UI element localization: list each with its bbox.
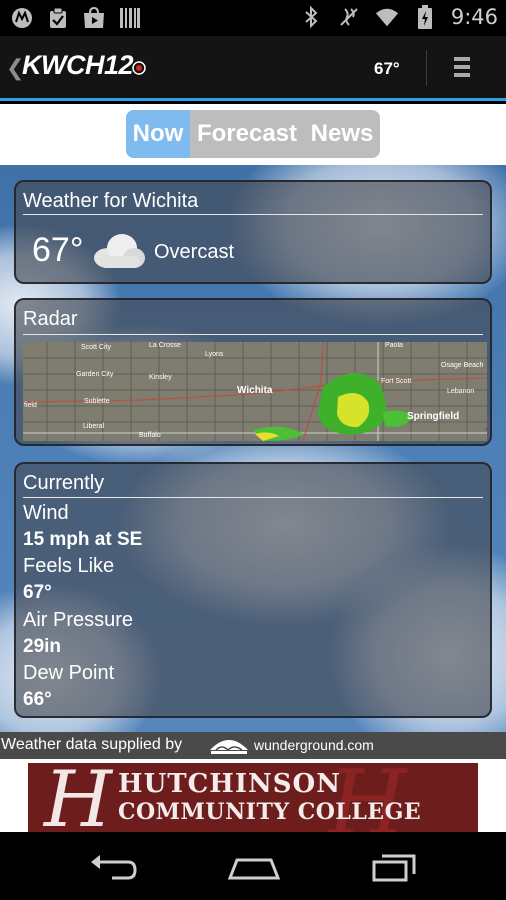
air-pressure-label: Air Pressure <box>23 609 134 631</box>
attribution-bar: Weather data supplied by wunderground.co… <box>0 732 506 759</box>
map-label: Osage Beach <box>441 362 484 369</box>
recent-apps-icon[interactable] <box>370 850 420 884</box>
wunderground-umbrella-icon <box>210 740 248 754</box>
play-store-icon <box>82 6 106 30</box>
divider <box>23 497 483 498</box>
app-root: 9:46 ❮ KWCH12 67° Now Forecast News Weat <box>0 0 506 900</box>
abc-logo-icon <box>132 60 146 75</box>
back-icon[interactable] <box>88 850 138 884</box>
map-label: Fort Scott <box>381 378 412 385</box>
radar-map[interactable]: Scott City La Crosse Lyons Garden City K… <box>23 342 487 441</box>
tab-bar: Now Forecast News <box>126 110 380 158</box>
clock: 9:46 <box>450 5 498 29</box>
map-label: Sublette <box>84 398 110 405</box>
divider <box>23 334 483 335</box>
clipboard-check-icon <box>46 6 70 30</box>
notification-icons <box>10 6 142 30</box>
map-label: Paola <box>385 342 403 349</box>
tab-news[interactable]: News <box>304 110 380 158</box>
map-label: Scott City <box>81 344 111 351</box>
feels-like-label: Feels Like <box>23 555 115 577</box>
condition-text: Overcast <box>154 241 235 263</box>
tab-now[interactable]: Now <box>126 110 190 158</box>
weather-card-title: Weather for Wichita <box>23 190 199 212</box>
map-label: Garden City <box>76 371 114 378</box>
ad-line-2: COMMUNITY COLLEGE <box>118 799 422 825</box>
dew-point-value: 66° <box>23 689 52 710</box>
map-label: Lebanon <box>447 388 475 395</box>
header-temperature[interactable]: 67° <box>374 59 400 79</box>
bluetooth-icon <box>299 5 323 29</box>
tab-forecast[interactable]: Forecast <box>190 110 304 158</box>
tab-strip: Now Forecast News <box>0 104 506 165</box>
barcode-icon <box>118 6 142 30</box>
map-label: Lyons <box>205 351 224 358</box>
map-label: Liberal <box>83 423 105 430</box>
ad-monogram: H <box>44 763 113 832</box>
station-logo[interactable]: KWCH12 <box>22 50 146 81</box>
wifi-icon <box>375 5 399 29</box>
map-label: Buffalo <box>139 432 161 439</box>
wunderground-logo[interactable]: wunderground.com <box>208 734 374 756</box>
map-label: Springfield <box>407 411 460 422</box>
ad-banner-area: H H HUTCHINSON COMMUNITY COLLEGE <box>0 759 506 832</box>
map-label: Kinsley <box>149 374 172 381</box>
wind-label: Wind <box>23 502 69 524</box>
overflow-menu-icon[interactable] <box>450 57 474 81</box>
wind-value: 15 mph at SE <box>23 529 143 550</box>
battery-icon <box>413 5 437 29</box>
radar-card-title: Radar <box>23 308 78 330</box>
logo-text: KWCH12 <box>22 50 134 80</box>
feels-like-value: 67° <box>23 582 52 603</box>
header-divider <box>426 50 427 86</box>
wunderground-brand: wunderground.com <box>254 737 374 753</box>
motorola-icon <box>10 6 34 30</box>
divider <box>23 214 483 215</box>
map-label: field <box>24 402 37 409</box>
radar-card[interactable]: Radar Scott City La Crosse Lyons Garden … <box>14 298 492 446</box>
currently-card-title: Currently <box>23 472 105 494</box>
air-pressure-value: 29in <box>23 636 62 657</box>
vibrate-mute-icon <box>337 5 361 29</box>
cloud-icon <box>90 232 146 275</box>
currently-card: Currently Wind 15 mph at SE Feels Like 6… <box>14 462 492 718</box>
status-bar: 9:46 <box>0 0 506 36</box>
app-header: ❮ KWCH12 67° <box>0 36 506 101</box>
ad-banner[interactable]: H H HUTCHINSON COMMUNITY COLLEGE <box>28 763 478 832</box>
map-label: Wichita <box>237 385 273 396</box>
navigation-bar <box>0 832 506 900</box>
dew-point-label: Dew Point <box>23 662 115 684</box>
map-label: La Crosse <box>149 342 181 349</box>
home-icon[interactable] <box>227 850 281 884</box>
weather-card[interactable]: Weather for Wichita 67° Overcast <box>14 180 492 284</box>
attribution-text: Weather data supplied by <box>1 736 183 753</box>
current-temperature: 67° <box>32 231 84 269</box>
ad-line-1: HUTCHINSON <box>118 769 341 799</box>
system-status-icons: 9:46 <box>299 5 498 29</box>
